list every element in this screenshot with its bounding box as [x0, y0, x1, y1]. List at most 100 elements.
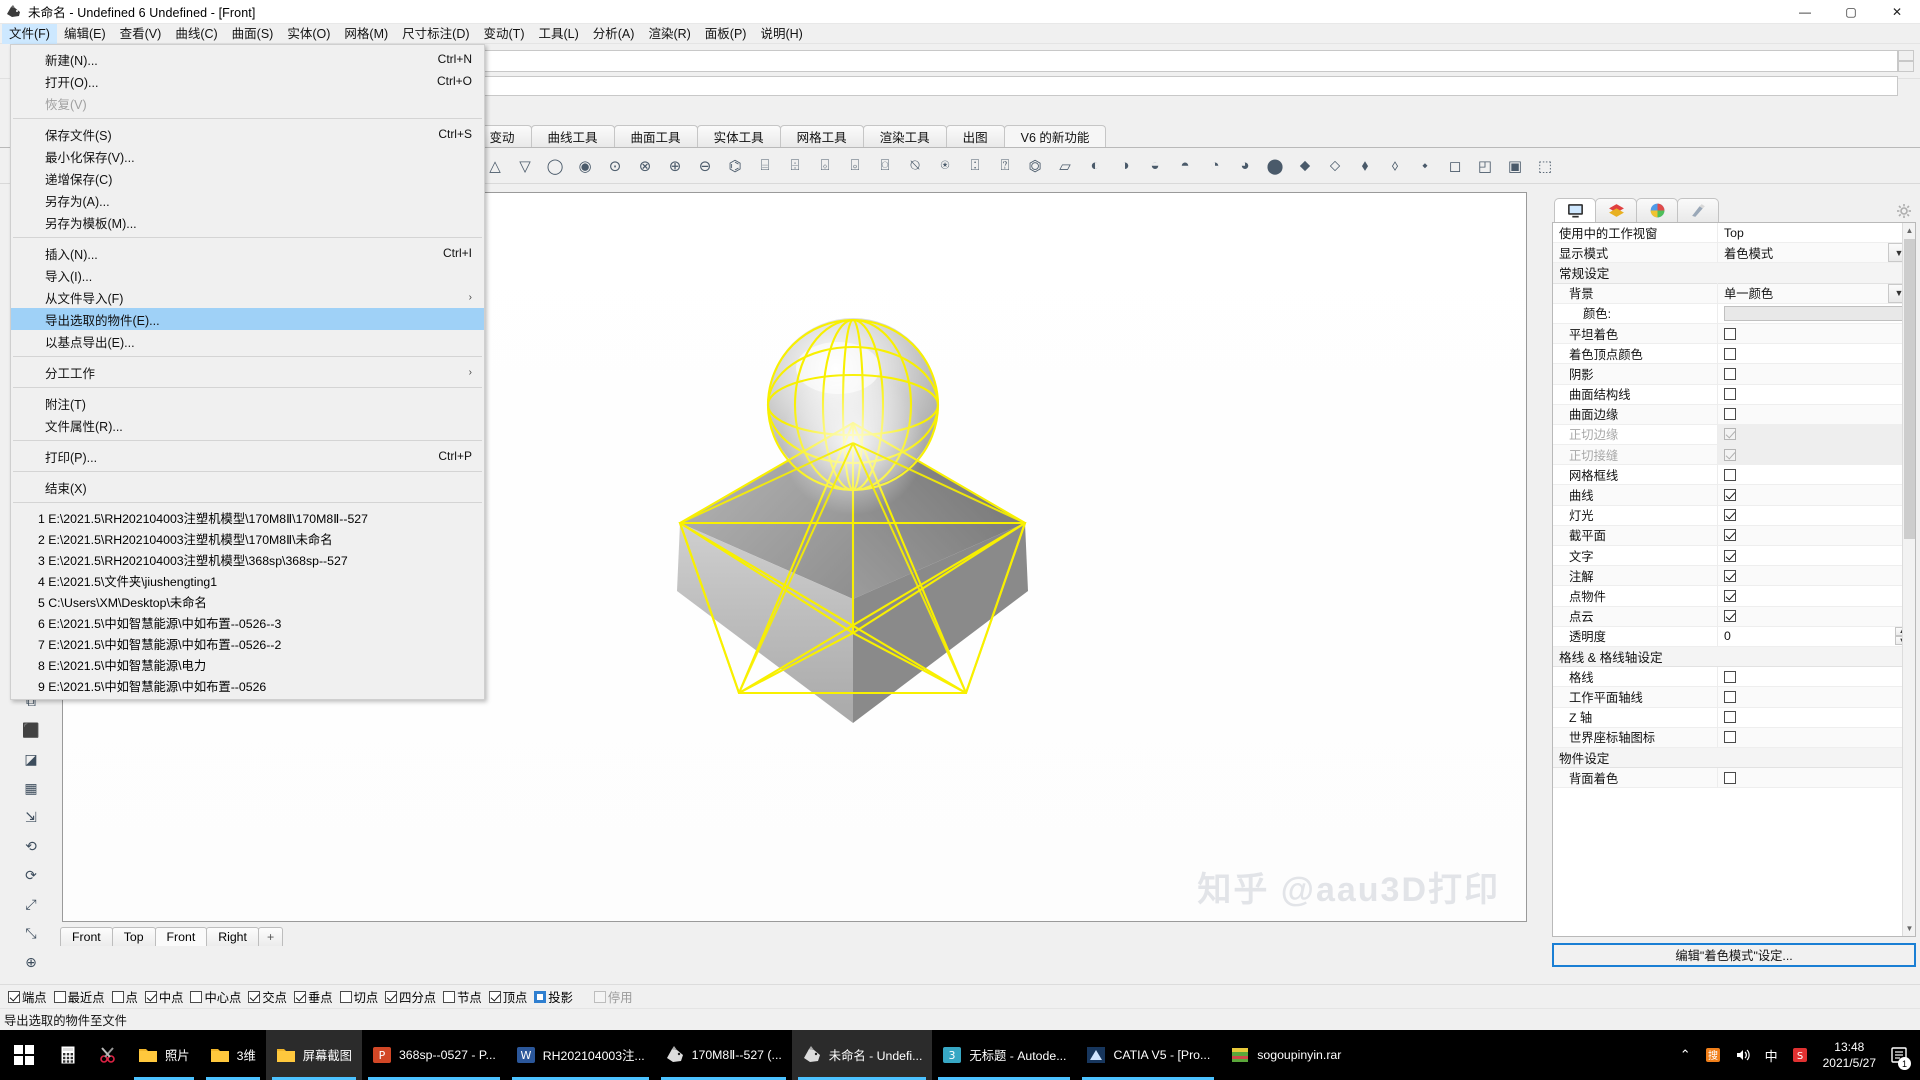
- menu-item-2[interactable]: 查看(V): [113, 24, 169, 44]
- osnap-12[interactable]: 停用: [593, 988, 633, 1006]
- recent-file-item-9[interactable]: 9 E:\2021.5\中如智慧能源\中如布置--0526: [11, 675, 484, 696]
- display-tab[interactable]: [1554, 198, 1596, 222]
- panel-row-value[interactable]: [1717, 485, 1911, 506]
- command-input[interactable]: [478, 50, 1898, 72]
- checkbox-icon[interactable]: [1724, 731, 1736, 744]
- recent-file-item-3[interactable]: 3 E:\2021.5\RH202104003注塑机模型\368sp\368sp…: [11, 549, 484, 570]
- checkbox-icon[interactable]: [1724, 690, 1736, 703]
- panel-row-value[interactable]: [1717, 707, 1911, 728]
- calculator-icon[interactable]: [48, 1030, 88, 1080]
- checkbox-icon[interactable]: [111, 990, 124, 1003]
- toolbar-button-48[interactable]: ◻: [1442, 153, 1468, 179]
- panel-row-6[interactable]: 着色顶点颜色: [1553, 343, 1911, 365]
- toolbar-button-43[interactable]: ⬥: [1292, 153, 1318, 179]
- taskbar-item-4[interactable]: W RH202104003注...: [506, 1030, 655, 1080]
- osnap-6[interactable]: 垂点: [293, 988, 333, 1006]
- checkbox-icon[interactable]: [1724, 367, 1736, 380]
- toolbar-button-34[interactable]: ⏣: [1022, 153, 1048, 179]
- toolbar-button-51[interactable]: ⬚: [1532, 153, 1558, 179]
- toolbar-tab-3[interactable]: 曲面工具: [613, 125, 698, 147]
- file-menu-item-17[interactable]: 结束(X): [11, 476, 484, 498]
- volume-icon[interactable]: [1735, 1047, 1751, 1063]
- taskbar-item-9[interactable]: sogoupinyin.rar: [1220, 1030, 1351, 1080]
- osnap-11[interactable]: 投影: [534, 988, 573, 1006]
- checkbox-icon[interactable]: [1724, 388, 1736, 401]
- toolbar-button-39[interactable]: ◓: [1172, 153, 1198, 179]
- checkbox-icon[interactable]: [1724, 327, 1736, 340]
- panel-row-3[interactable]: 背景 单一颜色 ▼: [1553, 283, 1911, 304]
- checkbox-icon[interactable]: [1724, 549, 1736, 562]
- panel-row-7[interactable]: 阴影: [1553, 363, 1911, 385]
- panel-row-value[interactable]: [1717, 585, 1911, 606]
- viewport-add-tab[interactable]: +: [257, 927, 284, 946]
- ime-indicator[interactable]: 中: [1765, 1046, 1778, 1065]
- viewport-tab-3[interactable]: Right: [206, 927, 259, 946]
- taskbar-item-0[interactable]: 照片: [128, 1030, 200, 1080]
- left-toolbar-button-24[interactable]: ⤢: [18, 891, 44, 917]
- checkbox-icon[interactable]: [1724, 610, 1736, 623]
- checkbox-icon[interactable]: [488, 990, 501, 1003]
- viewport-tab-2[interactable]: Front: [154, 927, 208, 946]
- menu-item-9[interactable]: 工具(L): [531, 24, 585, 44]
- toolbar-button-28[interactable]: ⌻: [842, 153, 868, 179]
- menu-item-5[interactable]: 实体(O): [280, 24, 337, 44]
- edit-display-mode-button[interactable]: 编辑"着色模式"设定...: [1552, 943, 1916, 967]
- panel-row-value[interactable]: 单一颜色 ▼: [1717, 283, 1911, 304]
- panel-row-value[interactable]: [1717, 464, 1911, 485]
- panel-row-value[interactable]: [1717, 505, 1911, 526]
- toolbar-button-35[interactable]: ⏥: [1052, 153, 1078, 179]
- left-toolbar-button-18[interactable]: ⬛: [18, 717, 44, 743]
- checkbox-icon[interactable]: [1724, 347, 1736, 360]
- color-swatch[interactable]: [1724, 305, 1907, 321]
- file-menu-item-11[interactable]: 导出选取的物件(E)...: [11, 308, 484, 330]
- panel-row-value[interactable]: [1717, 384, 1911, 405]
- panel-row-12[interactable]: 网格框线: [1553, 464, 1911, 486]
- recent-file-item-5[interactable]: 5 C:\Users\XM\Desktop\未命名: [11, 591, 484, 612]
- toolbar-button-33[interactable]: ⍰: [992, 153, 1018, 179]
- checkbox-icon[interactable]: [8, 990, 20, 1003]
- toolbar-tab-8[interactable]: V6 的新功能: [1003, 125, 1107, 147]
- panel-row-value[interactable]: 0▲▼: [1717, 626, 1911, 647]
- checkbox-icon[interactable]: [339, 990, 352, 1003]
- checkbox-icon[interactable]: [1724, 589, 1736, 602]
- toolbar-tab-2[interactable]: 曲线工具: [530, 125, 615, 147]
- minimize-button[interactable]: —: [1782, 0, 1828, 24]
- panel-row-23[interactable]: 工作平面轴线: [1553, 686, 1911, 708]
- scroll-down-icon[interactable]: ▼: [1903, 921, 1915, 936]
- toolbar-button-42[interactable]: ⬤: [1262, 153, 1288, 179]
- file-menu-item-10[interactable]: 从文件导入(F) ›: [11, 286, 484, 308]
- scroll-up-icon[interactable]: ▲: [1903, 223, 1915, 238]
- toolbar-button-24[interactable]: ⌬: [722, 153, 748, 179]
- toolbar-button-29[interactable]: ⌼: [872, 153, 898, 179]
- toolbar-tab-5[interactable]: 网格工具: [779, 125, 864, 147]
- checkbox-icon[interactable]: [53, 990, 66, 1003]
- toolbar-button-50[interactable]: ▣: [1502, 153, 1528, 179]
- file-menu-item-4[interactable]: 最小化保存(V)...: [11, 145, 484, 167]
- panel-row-value[interactable]: [1717, 404, 1911, 425]
- osnap-4[interactable]: 中心点: [190, 988, 241, 1006]
- menu-item-13[interactable]: 说明(H): [753, 24, 809, 44]
- recent-file-item-4[interactable]: 4 E:\2021.5\文件夹\jiushengting1: [11, 570, 484, 591]
- panel-row-14[interactable]: 灯光: [1553, 505, 1911, 526]
- file-menu-item-5[interactable]: 递增保存(C): [11, 167, 484, 189]
- toolbar-button-41[interactable]: ◕: [1232, 153, 1258, 179]
- panel-row-15[interactable]: 截平面: [1553, 525, 1911, 546]
- checkbox-icon[interactable]: [1724, 670, 1736, 683]
- file-menu-item-13[interactable]: 分工工作 ›: [11, 361, 484, 383]
- recent-file-item-6[interactable]: 6 E:\2021.5\中如智慧能源\中如布置--0526--3: [11, 612, 484, 633]
- file-menu-item-3[interactable]: 保存文件(S) Ctrl+S: [11, 123, 484, 145]
- panel-row-value[interactable]: [1717, 323, 1911, 344]
- toolbar-button-40[interactable]: ◔: [1202, 153, 1228, 179]
- toolbar-button-47[interactable]: ⬩: [1412, 153, 1438, 179]
- panel-row-value[interactable]: [1717, 545, 1911, 566]
- left-toolbar-button-22[interactable]: ⟲: [18, 833, 44, 859]
- panel-row-24[interactable]: Z 轴: [1553, 707, 1911, 728]
- materials-tab[interactable]: [1677, 198, 1719, 222]
- panel-row-5[interactable]: 平坦着色: [1553, 323, 1911, 345]
- file-menu-item-7[interactable]: 另存为模板(M)...: [11, 211, 484, 233]
- file-menu-item-9[interactable]: 导入(I)...: [11, 264, 484, 286]
- checkbox-icon[interactable]: [293, 990, 306, 1003]
- sogou-icon[interactable]: 搜: [1705, 1047, 1721, 1063]
- taskbar-item-7[interactable]: 3 无标题 - Autode...: [932, 1030, 1076, 1080]
- checkbox-icon[interactable]: [1724, 468, 1736, 481]
